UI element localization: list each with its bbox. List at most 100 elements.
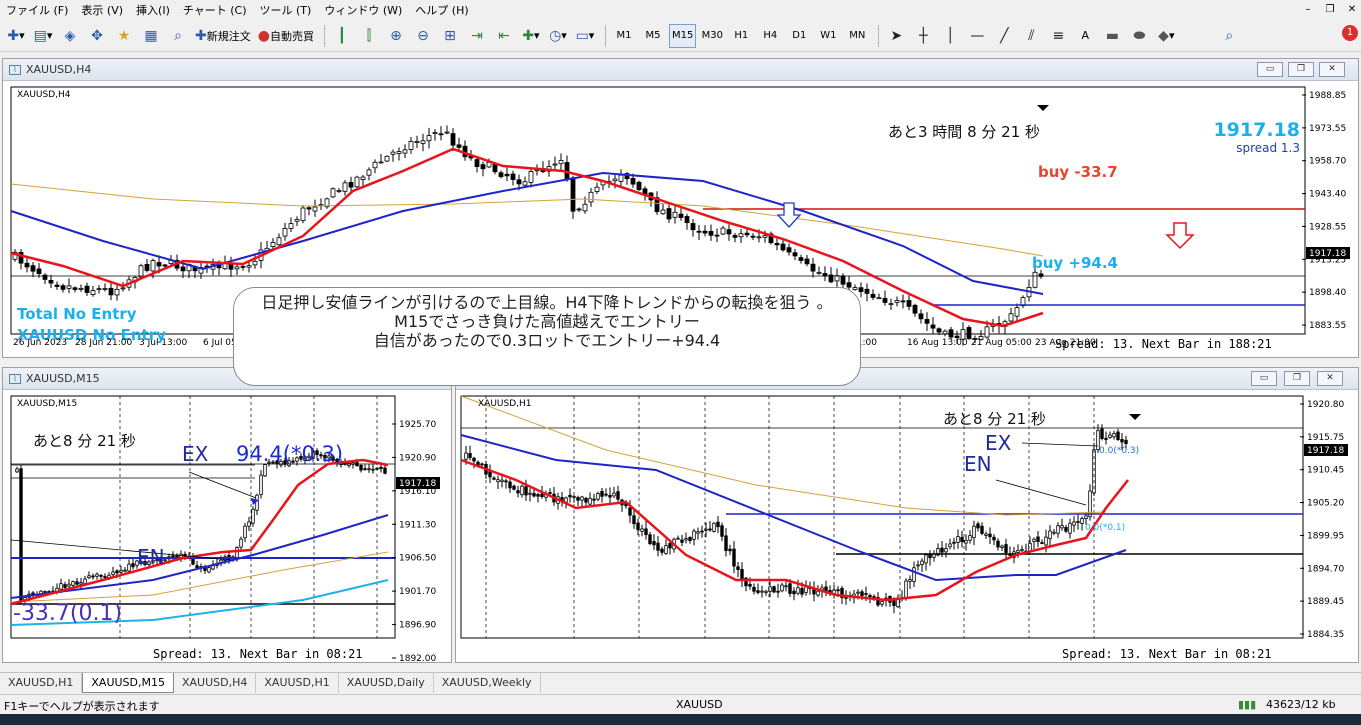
text-tool-icon[interactable]: A <box>1073 24 1097 48</box>
horizontal-line-icon[interactable]: — <box>965 24 989 48</box>
candle-body <box>79 582 83 585</box>
channel-icon[interactable]: ⫽ <box>1019 24 1043 48</box>
tf-mn[interactable]: MN <box>844 24 870 48</box>
candle-body <box>270 242 276 247</box>
candle-body <box>492 164 498 173</box>
tab-xauusd-daily[interactable]: XAUUSD,Daily <box>339 673 434 693</box>
menu-insert[interactable]: 挿入(I) <box>132 2 179 18</box>
candle-body <box>592 498 596 501</box>
auto-trade-button[interactable]: ● 自動売買 <box>256 24 316 48</box>
new-order-button[interactable]: ✚ 新規注文 <box>193 24 253 48</box>
menu-help[interactable]: ヘルプ (H) <box>411 2 477 18</box>
tf-m30[interactable]: M30 <box>699 24 725 48</box>
candle-body <box>1032 538 1036 542</box>
price-axis-label: 1883.55 <box>1309 321 1346 331</box>
vertical-line-icon[interactable]: │ <box>938 24 962 48</box>
price-axis-label: 1898.40 <box>1309 288 1346 298</box>
candle-body <box>924 319 930 324</box>
candle-body <box>952 541 956 544</box>
buy-loss-label: buy -33.7 <box>1038 163 1118 181</box>
mdi-minimize-icon[interactable]: – <box>1300 3 1316 17</box>
tf-w1[interactable]: W1 <box>815 24 841 48</box>
candle-body <box>928 554 932 559</box>
candle-body <box>714 234 720 237</box>
price-axis-label: 1920.90 <box>399 453 436 463</box>
candle-body <box>195 565 199 568</box>
chart-m15[interactable]: XAUUSD,M15 あと8 分 21 秒 EX 94.4(*0.3) EN -… <box>3 390 451 662</box>
tf-h1[interactable]: H1 <box>728 24 754 48</box>
candle-body <box>956 536 960 543</box>
candle-chart-icon[interactable]: ⫿ <box>357 24 381 48</box>
entry-note: 0.0(*0.1) <box>1085 523 1125 533</box>
tf-d1[interactable]: D1 <box>786 24 812 48</box>
zoom-out-icon[interactable]: ⊖ <box>411 24 435 48</box>
menu-file[interactable]: ファイル (F) <box>2 2 77 18</box>
menu-tools[interactable]: ツール (T) <box>256 2 321 18</box>
menu-view[interactable]: 表示 (V) <box>77 2 132 18</box>
tf-m5[interactable]: M5 <box>640 24 666 48</box>
minimize-button[interactable]: ▭ <box>1251 371 1277 386</box>
shapes-menu-icon[interactable]: ◆ ▾ <box>1154 24 1178 48</box>
favorites-icon[interactable]: ★ <box>112 24 136 48</box>
candle-body <box>656 542 660 551</box>
tab-xauusd-h1[interactable]: XAUUSD,H1 <box>0 673 83 693</box>
candle-body <box>162 264 168 267</box>
menu-chart[interactable]: チャート (C) <box>179 2 256 18</box>
candle-body <box>798 257 804 261</box>
label-tool-icon[interactable]: ▬ <box>1100 24 1124 48</box>
tab-xauusd-m15[interactable]: XAUUSD,M15 <box>82 673 174 693</box>
minimize-button[interactable]: ▭ <box>1257 62 1283 77</box>
notification-badge[interactable]: 1 <box>1342 25 1358 41</box>
candle-body <box>984 326 990 338</box>
close-button[interactable]: ✕ <box>1319 62 1345 77</box>
current-price-tag-label: 1917.18 <box>1307 446 1344 456</box>
zoom-in-icon[interactable]: ⊕ <box>384 24 408 48</box>
candle-body <box>536 494 540 497</box>
tab-xauusd-h4[interactable]: XAUUSD,H4 <box>174 673 257 693</box>
market-watch-icon[interactable]: ◈ <box>58 24 82 48</box>
maximize-button[interactable]: ❐ <box>1288 62 1314 77</box>
chart-h1[interactable]: XAUUSD,H1 あと8 分 21 秒 EX EN 0.0(*0.3) 0.0… <box>456 390 1358 662</box>
candle-body <box>744 232 750 236</box>
candle-body <box>764 590 768 594</box>
price-axis-label: 1905.20 <box>1307 499 1344 509</box>
navigator-icon[interactable]: ✥ <box>85 24 109 48</box>
candle-body <box>908 579 912 582</box>
mdi-restore-icon[interactable]: ❐ <box>1322 3 1338 17</box>
strategy-tester-icon[interactable]: ⌕ <box>166 24 190 48</box>
crosshair-icon[interactable]: ┼ <box>911 24 935 48</box>
ellipse-tool-icon[interactable]: ⬬ <box>1127 24 1151 48</box>
close-button[interactable]: ✕ <box>1317 371 1343 386</box>
templates-icon[interactable]: ▭ ▾ <box>573 24 597 48</box>
tf-m1[interactable]: M1 <box>611 24 637 48</box>
tf-h4[interactable]: H4 <box>757 24 783 48</box>
candle-body <box>1076 521 1080 523</box>
fibonacci-icon[interactable]: ≡ <box>1046 24 1070 48</box>
search-icon[interactable]: ⌕ <box>1217 24 1241 48</box>
maximize-button[interactable]: ❐ <box>1284 371 1310 386</box>
profiles-icon[interactable]: ▤ ▾ <box>31 24 55 48</box>
tab-xauusd-weekly[interactable]: XAUUSD,Weekly <box>434 673 541 693</box>
cursor-icon[interactable]: ➤ <box>884 24 908 48</box>
candle-body <box>251 508 255 524</box>
bar-chart-icon[interactable]: ┃ <box>330 24 354 48</box>
chart-shift-icon[interactable]: ⇤ <box>492 24 516 48</box>
candle-body <box>180 266 186 272</box>
indicators-icon[interactable]: ✚ ▾ <box>519 24 543 48</box>
menu-window[interactable]: ウィンドウ (W) <box>320 2 411 18</box>
candle-body <box>24 262 30 268</box>
candle-body <box>15 468 19 473</box>
terminal-icon[interactable]: ▦ <box>139 24 163 48</box>
candle-body <box>740 568 744 580</box>
trendline-icon[interactable]: ╱ <box>992 24 1016 48</box>
new-chart-icon[interactable]: ✚ ▾ <box>4 24 28 48</box>
candle-body <box>692 530 696 540</box>
periods-icon[interactable]: ◷ ▾ <box>546 24 570 48</box>
candle-body <box>762 235 768 238</box>
candle-body <box>1044 536 1048 546</box>
tf-m15[interactable]: M15 <box>668 23 697 48</box>
tile-windows-icon[interactable]: ⊞ <box>438 24 462 48</box>
tab-xauusd-h1-2[interactable]: XAUUSD,H1 <box>256 673 339 693</box>
mdi-close-icon[interactable]: ✕ <box>1344 3 1360 17</box>
autoscroll-icon[interactable]: ⇥ <box>465 24 489 48</box>
